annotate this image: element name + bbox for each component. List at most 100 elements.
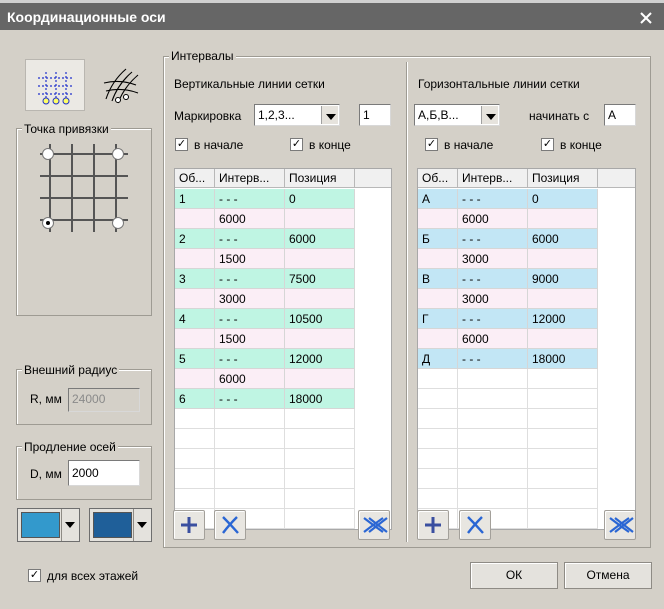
all-floors-checkbox[interactable]: ✓ [28,569,41,582]
table-cell-interval[interactable]: 1500 [215,249,285,269]
table-cell-position[interactable] [528,329,598,349]
vertical-clear-all-button[interactable] [358,510,390,540]
table-cell-position[interactable] [285,209,355,229]
table-cell-axis[interactable]: 2 [175,229,215,249]
chevron-down-icon[interactable] [133,509,151,541]
table-cell-interval[interactable]: 3000 [458,289,528,309]
table-cell-position[interactable] [285,329,355,349]
horizontal-clear-all-button[interactable] [604,510,636,540]
vertical-at-start-checkbox[interactable]: ✓ [175,138,188,151]
table-cell-interval[interactable]: - - - [215,189,285,209]
table-cell-axis[interactable] [175,329,215,349]
table-cell-axis[interactable]: 4 [175,309,215,329]
table-cell-position[interactable] [285,249,355,269]
table-cell-position[interactable]: 7500 [285,269,355,289]
table-cell-position[interactable]: 6000 [285,229,355,249]
column-header[interactable]: Интерв... [215,169,285,188]
table-cell-position[interactable]: 6000 [528,229,598,249]
grid-mode-rect-button[interactable] [25,59,85,111]
horizontal-at-start-checkbox[interactable]: ✓ [425,138,438,151]
vertical-add-button[interactable] [173,510,205,540]
table-cell-axis[interactable]: 1 [175,189,215,209]
ok-button[interactable]: ОК [470,562,558,589]
anchor-bottom-right-radio[interactable] [112,217,124,229]
chevron-down-icon[interactable] [481,106,498,124]
table-cell-position[interactable] [528,289,598,309]
table-cell-position[interactable] [285,369,355,389]
column-header[interactable]: Позиция [285,169,355,188]
radius-input[interactable]: 24000 [68,388,140,412]
table-cell-axis[interactable]: 5 [175,349,215,369]
table-cell-position[interactable] [285,289,355,309]
color-picker-2[interactable] [89,508,152,542]
table-cell-axis[interactable] [175,249,215,269]
table-cell-interval[interactable]: 3000 [215,289,285,309]
color-picker-1[interactable] [17,508,80,542]
table-cell-position[interactable] [528,249,598,269]
table-cell-position[interactable]: 18000 [285,389,355,409]
vertical-at-end-checkbox[interactable]: ✓ [290,138,303,151]
table-cell-interval[interactable]: - - - [458,269,528,289]
table-cell-position[interactable]: 12000 [285,349,355,369]
table-cell-axis[interactable] [418,329,458,349]
table-cell-interval[interactable]: 6000 [215,369,285,389]
vertical-delete-button[interactable] [214,510,246,540]
close-icon[interactable] [638,10,654,26]
table-cell-axis[interactable]: Д [418,349,458,369]
extension-input[interactable]: 2000 [68,460,140,486]
chevron-down-icon[interactable] [321,106,338,124]
column-header[interactable]: Позиция [528,169,598,188]
anchor-bottom-left-radio[interactable] [42,217,54,229]
table-cell-interval[interactable]: 3000 [458,249,528,269]
table-cell-position[interactable]: 0 [285,189,355,209]
table-cell-interval[interactable]: - - - [458,309,528,329]
table-cell-axis[interactable]: 6 [175,389,215,409]
horizontal-intervals-table[interactable]: Об... Интерв... Позиция А - - -0 6000 Б - - -60… [417,168,636,530]
table-cell-interval[interactable]: - - - [458,189,528,209]
table-cell-axis[interactable] [418,289,458,309]
column-header[interactable]: Об... [175,169,215,188]
anchor-top-left-radio[interactable] [42,148,54,160]
table-cell-interval[interactable]: - - - [215,309,285,329]
table-cell-position[interactable]: 0 [528,189,598,209]
table-cell-interval[interactable]: - - - [215,229,285,249]
table-cell-axis[interactable]: А [418,189,458,209]
title-bar[interactable]: Координационные оси [0,3,664,30]
horizontal-marking-select[interactable]: А,Б,В... [414,104,500,126]
vertical-intervals-table[interactable]: Об... Интерв... Позиция 1- - -0 6000 2- - -60… [174,168,392,530]
table-cell-position[interactable]: 9000 [528,269,598,289]
table-cell-interval[interactable]: - - - [215,349,285,369]
table-cell-interval[interactable]: - - - [215,389,285,409]
table-cell-interval[interactable]: 1500 [215,329,285,349]
horizontal-add-button[interactable] [417,510,449,540]
table-cell-axis[interactable]: Б [418,229,458,249]
vertical-marking-select[interactable]: 1,2,3... [254,104,340,126]
table-cell-position[interactable] [528,209,598,229]
table-cell-axis[interactable] [175,289,215,309]
table-cell-position[interactable]: 12000 [528,309,598,329]
anchor-top-right-radio[interactable] [112,148,124,160]
horizontal-delete-button[interactable] [459,510,491,540]
cancel-button[interactable]: Отмена [564,562,652,589]
column-header[interactable]: Об... [418,169,458,188]
table-cell-interval[interactable]: 6000 [215,209,285,229]
column-header[interactable]: Интерв... [458,169,528,188]
table-cell-axis[interactable]: 3 [175,269,215,289]
horizontal-start-input[interactable]: А [604,104,636,126]
table-cell-axis[interactable]: Г [418,309,458,329]
table-cell-axis[interactable] [418,249,458,269]
table-cell-interval[interactable]: 6000 [458,209,528,229]
table-cell-position[interactable]: 18000 [528,349,598,369]
table-cell-position[interactable]: 10500 [285,309,355,329]
table-cell-axis[interactable] [175,369,215,389]
chevron-down-icon[interactable] [61,509,79,541]
table-cell-axis[interactable] [175,209,215,229]
table-cell-axis[interactable] [418,209,458,229]
table-cell-interval[interactable]: - - - [458,349,528,369]
grid-mode-radial-button[interactable] [96,59,146,111]
table-cell-axis[interactable]: В [418,269,458,289]
vertical-start-input[interactable]: 1 [359,104,391,126]
horizontal-at-end-checkbox[interactable]: ✓ [541,138,554,151]
table-cell-interval[interactable]: 6000 [458,329,528,349]
table-cell-interval[interactable]: - - - [458,229,528,249]
